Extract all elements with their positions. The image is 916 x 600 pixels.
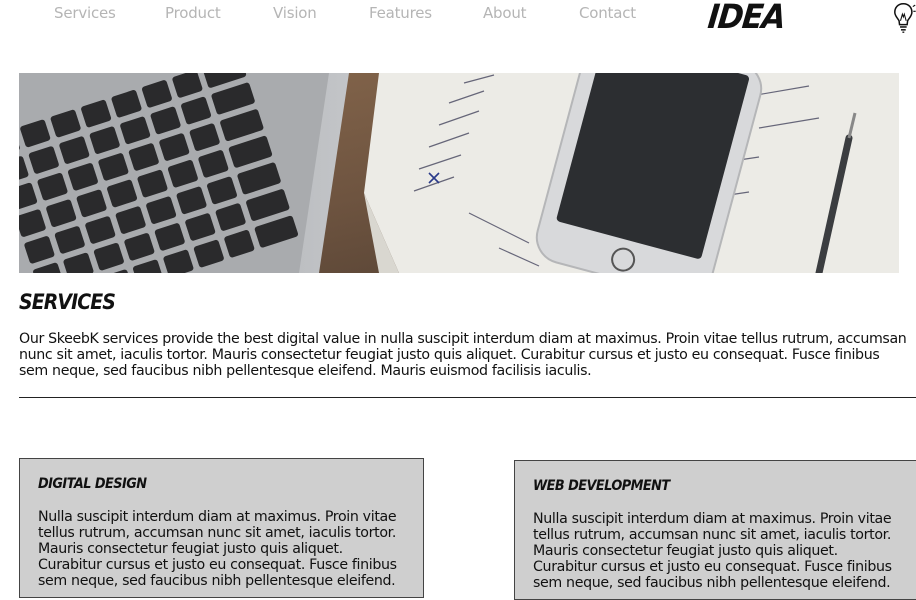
logo[interactable]: GREAT IDEA bbox=[706, 0, 916, 37]
hero-illustration bbox=[19, 73, 899, 273]
nav-link-vision[interactable]: Vision bbox=[273, 4, 317, 22]
lightbulb-icon bbox=[894, 2, 916, 33]
main-nav: Services Product Vision Features About C… bbox=[0, 0, 916, 40]
nav-link-features[interactable]: Features bbox=[369, 4, 432, 22]
nav-link-contact[interactable]: Contact bbox=[579, 4, 636, 22]
nav-link-about[interactable]: About bbox=[483, 4, 527, 22]
logo-text: GREAT IDEA bbox=[705, 0, 787, 37]
card-description: Nulla suscipit interdum diam at maximus.… bbox=[38, 509, 397, 589]
card-description: Nulla suscipit interdum diam at maximus.… bbox=[533, 511, 892, 591]
hero-image bbox=[19, 73, 899, 273]
services-description: Our SkeebK services provide the best dig… bbox=[19, 331, 907, 379]
service-card-web-development: Web Development Nulla suscipit interdum … bbox=[514, 460, 916, 600]
services-heading: Services bbox=[19, 290, 116, 314]
nav-link-product[interactable]: Product bbox=[165, 4, 221, 22]
card-title: Web Development bbox=[533, 478, 670, 494]
nav-link-services[interactable]: Services bbox=[54, 4, 116, 22]
service-card-digital-design: Digital Design Nulla suscipit interdum d… bbox=[19, 458, 424, 598]
card-title: Digital Design bbox=[38, 476, 147, 492]
section-divider bbox=[19, 397, 916, 398]
